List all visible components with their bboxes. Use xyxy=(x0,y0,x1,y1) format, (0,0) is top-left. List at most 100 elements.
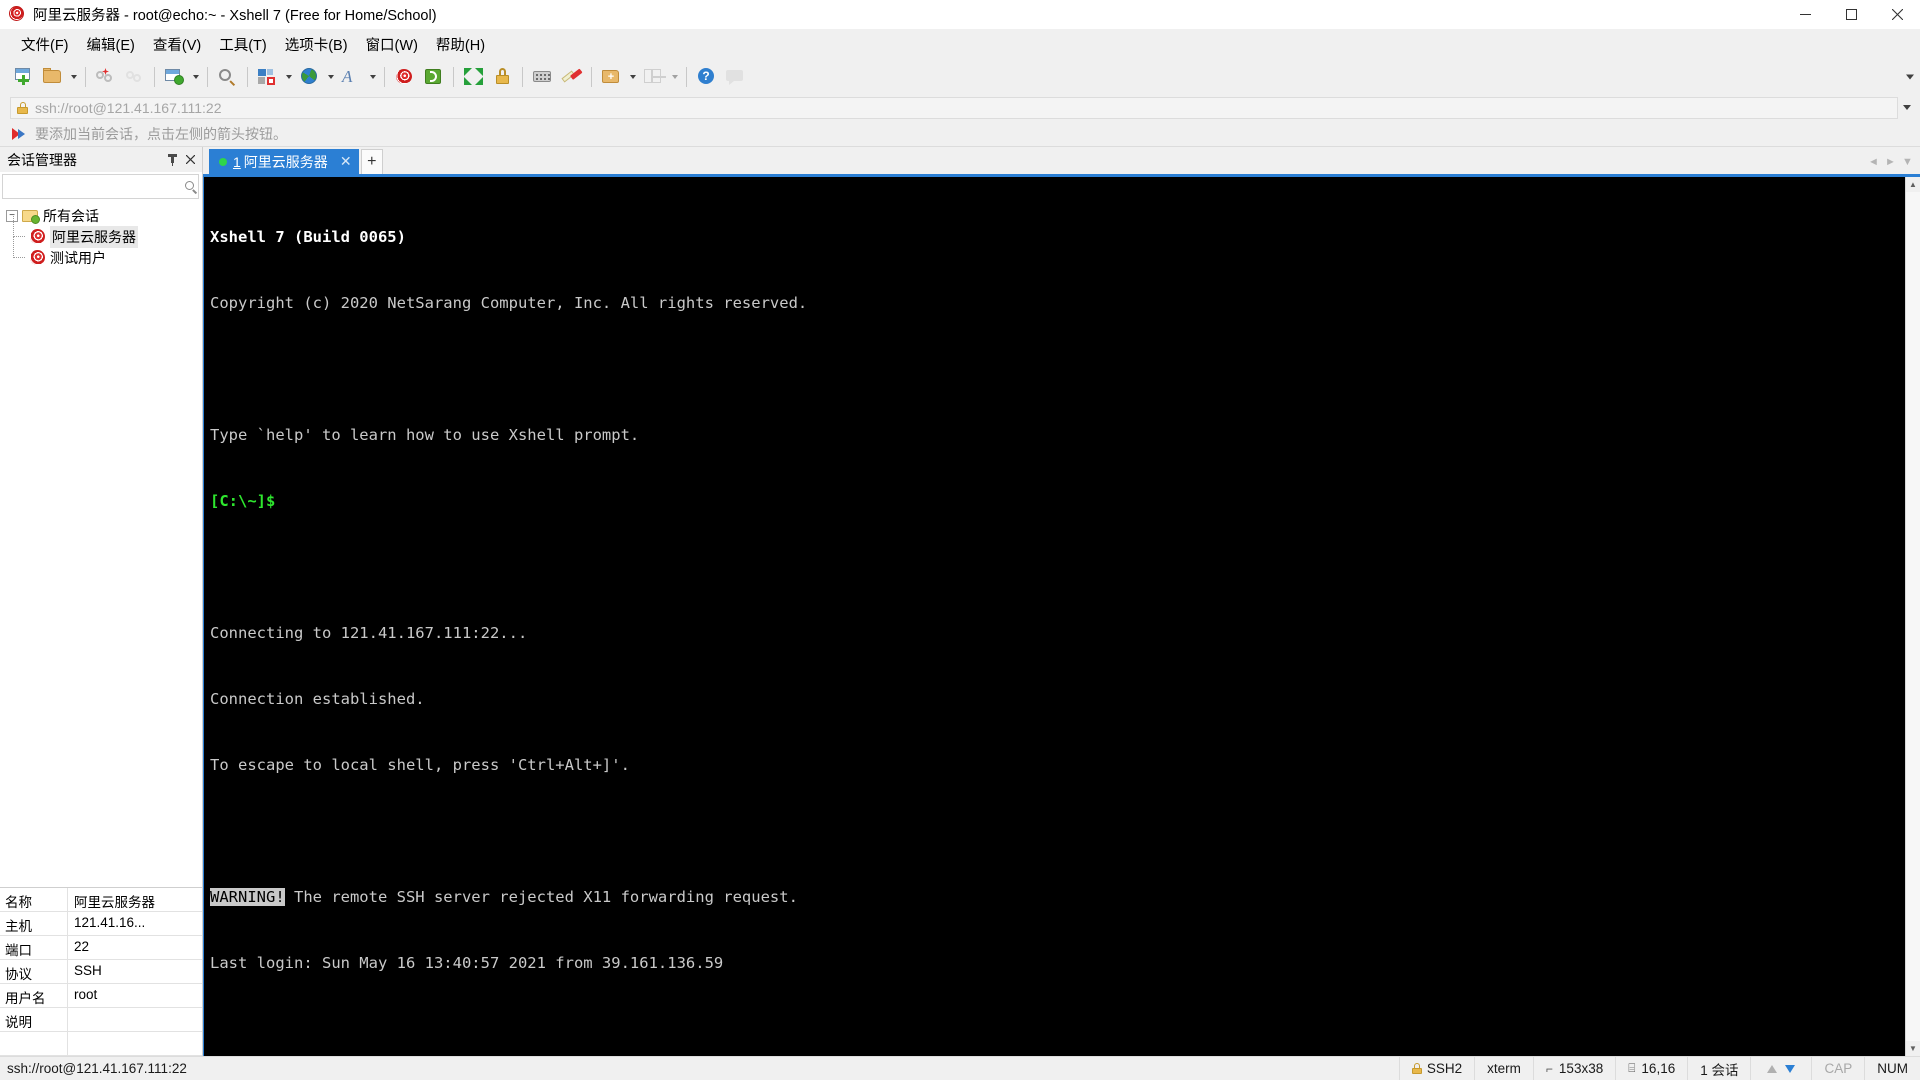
title-bar: 阿里云服务器 - root@echo:~ - Xshell 7 (Free fo… xyxy=(0,0,1920,29)
property-value[interactable]: 阿里云服务器 xyxy=(68,888,202,911)
terminal-pane: 1 阿里云服务器 ✕ + ◄ ► ▼ Xshell 7 (Build 0065)… xyxy=(203,147,1920,1056)
chevron-left-icon[interactable]: ◄ xyxy=(1865,152,1882,172)
lock-icon xyxy=(17,101,28,114)
help-icon[interactable]: ? xyxy=(692,63,721,90)
terminal-container: Xshell 7 (Build 0065) Copyright (c) 2020… xyxy=(203,177,1920,1056)
disconnect-icon[interactable] xyxy=(91,63,120,90)
terminal-line: Type `help' to learn how to use Xshell p… xyxy=(210,424,1905,446)
find-icon[interactable] xyxy=(213,63,242,90)
status-transfer-indicator xyxy=(1750,1056,1811,1080)
open-session-dropdown-icon[interactable] xyxy=(67,63,80,90)
property-row: 协议 SSH xyxy=(0,960,202,984)
terminal-line: Copyright (c) 2020 NetSarang Computer, I… xyxy=(210,292,1905,314)
maximize-button[interactable] xyxy=(1828,0,1874,29)
tab-index: 1 xyxy=(233,153,241,170)
keyboard-icon[interactable] xyxy=(528,63,557,90)
terminal-line: To escape to local shell, press 'Ctrl+Al… xyxy=(210,754,1905,776)
terminal-output[interactable]: Xshell 7 (Build 0065) Copyright (c) 2020… xyxy=(204,177,1905,1056)
pin-icon[interactable] xyxy=(163,151,181,169)
terminal-scrollbar[interactable]: ▲ ▼ xyxy=(1905,177,1920,1056)
address-bar: ssh://root@121.41.167.111:22 xyxy=(0,94,1920,121)
tree-node-label: 所有会话 xyxy=(43,207,99,224)
lock-screen-icon[interactable] xyxy=(488,63,517,90)
tab-aliyun-server[interactable]: 1 阿里云服务器 ✕ xyxy=(209,149,359,174)
toolbar-overflow-icon[interactable] xyxy=(1906,74,1914,79)
tab-bar: 1 阿里云服务器 ✕ + ◄ ► ▼ xyxy=(203,147,1920,174)
globe-icon[interactable] xyxy=(295,63,324,90)
tree-node-all-sessions[interactable]: − 所有会话 xyxy=(0,205,202,226)
xshell-icon[interactable] xyxy=(390,63,419,90)
window-controls xyxy=(1782,0,1920,29)
menu-window[interactable]: 窗口(W) xyxy=(357,30,427,59)
terminal-text: Type `help' to learn how to use Xshell p… xyxy=(210,426,640,444)
chevron-down-icon[interactable] xyxy=(1898,97,1916,119)
globe-dropdown-icon[interactable] xyxy=(324,63,337,90)
property-value[interactable]: root xyxy=(68,984,202,1007)
session-icon xyxy=(30,229,45,244)
address-value: ssh://root@121.41.167.111:22 xyxy=(35,99,222,116)
minimize-button[interactable] xyxy=(1782,0,1828,29)
menu-view[interactable]: 查看(V) xyxy=(144,30,210,59)
highlight-pen-icon[interactable] xyxy=(557,63,586,90)
menu-tabs[interactable]: 选项卡(B) xyxy=(276,30,357,59)
status-connection: ssh://root@121.41.167.111:22 xyxy=(7,1061,187,1076)
split-view-dropdown-icon[interactable] xyxy=(668,63,681,90)
reconnect-icon[interactable] xyxy=(120,63,149,90)
open-session-icon[interactable] xyxy=(38,63,67,90)
connected-dot-icon xyxy=(219,157,227,166)
tree-node-session-aliyun[interactable]: 阿里云服务器 xyxy=(0,216,202,248)
toolbar-separator xyxy=(207,66,208,87)
status-terminal-size: ⌐ 153x38 xyxy=(1532,1056,1615,1080)
menu-file[interactable]: 文件(F) xyxy=(12,30,78,59)
layout-icon[interactable] xyxy=(253,63,282,90)
terminal-line: Connecting to 121.41.167.111:22... xyxy=(210,622,1905,644)
arrow-down-icon xyxy=(1785,1064,1796,1073)
property-row: 说明 xyxy=(0,1008,202,1032)
session-properties-dropdown-icon[interactable] xyxy=(189,63,202,90)
search-icon[interactable] xyxy=(184,180,198,194)
session-search-box[interactable] xyxy=(2,174,199,199)
terminal-line: Last login: Sun May 16 13:40:57 2021 fro… xyxy=(210,952,1905,974)
property-row: 用户名 root xyxy=(0,984,202,1008)
scroll-up-icon[interactable]: ▲ xyxy=(1906,177,1920,192)
close-icon[interactable] xyxy=(181,151,199,169)
font-icon[interactable]: A xyxy=(337,63,366,90)
menu-tools[interactable]: 工具(T) xyxy=(210,30,276,59)
status-num-lock-text: NUM xyxy=(1877,1061,1908,1076)
property-value[interactable]: 121.41.16... xyxy=(68,912,202,935)
status-cursor-position: ⌸ 16,16 xyxy=(1615,1056,1687,1080)
terminal-line: Connection established. xyxy=(210,688,1905,710)
split-view-icon[interactable] xyxy=(639,63,668,90)
terminal-line: WARNING! The remote SSH server rejected … xyxy=(210,886,1905,908)
session-properties-icon[interactable] xyxy=(160,63,189,90)
property-value[interactable]: SSH xyxy=(68,960,202,983)
chat-icon[interactable] xyxy=(721,63,750,90)
new-folder-icon[interactable]: + xyxy=(597,63,626,90)
property-key: 说明 xyxy=(0,1008,68,1031)
menu-edit[interactable]: 编辑(E) xyxy=(78,30,144,59)
expander-icon[interactable]: − xyxy=(6,209,18,222)
font-dropdown-icon[interactable] xyxy=(366,63,379,90)
chevron-down-icon[interactable]: ▼ xyxy=(1899,152,1916,172)
address-input[interactable]: ssh://root@121.41.167.111:22 xyxy=(10,96,1898,119)
new-tab-button[interactable]: + xyxy=(360,149,383,174)
scrollbar-track[interactable] xyxy=(1906,192,1920,1041)
session-manager-title: 会话管理器 xyxy=(7,151,77,168)
property-row-empty xyxy=(0,1032,202,1056)
menu-help[interactable]: 帮助(H) xyxy=(427,30,494,59)
property-value[interactable]: 22 xyxy=(68,936,202,959)
tab-close-icon[interactable]: ✕ xyxy=(339,153,353,170)
search-input[interactable] xyxy=(7,179,184,194)
new-folder-dropdown-icon[interactable] xyxy=(626,63,639,90)
fullscreen-icon[interactable] xyxy=(459,63,488,90)
terminal-text: Connection established. xyxy=(210,690,425,708)
new-session-icon[interactable] xyxy=(9,63,38,90)
property-value[interactable] xyxy=(68,1008,202,1031)
close-button[interactable] xyxy=(1874,0,1920,29)
tree-node-session-test[interactable]: 测试用户 xyxy=(0,237,202,268)
xftp-icon[interactable] xyxy=(419,63,448,90)
layout-dropdown-icon[interactable] xyxy=(282,63,295,90)
tree-node-label: 测试用户 xyxy=(50,249,106,266)
chevron-right-icon[interactable]: ► xyxy=(1882,152,1899,172)
scroll-down-icon[interactable]: ▼ xyxy=(1906,1041,1920,1056)
